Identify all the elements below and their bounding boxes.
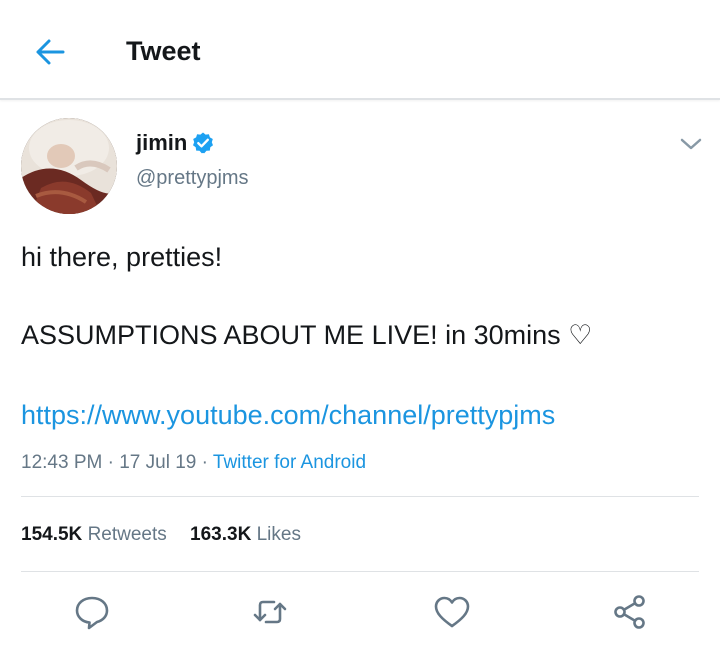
- tweet-stats: 154.5K Retweets 163.3K Likes: [21, 524, 319, 546]
- like-icon[interactable]: [432, 592, 472, 632]
- meta-separator: ·: [107, 452, 114, 473]
- likes-stat[interactable]: 163.3K Likes: [190, 524, 301, 545]
- top-app-bar: Tweet: [0, 0, 720, 100]
- likes-count: 163.3K: [190, 524, 252, 545]
- retweet-icon[interactable]: [250, 592, 290, 632]
- tweet-time: 12:43 PM: [21, 452, 103, 473]
- retweets-stat[interactable]: 154.5K Retweets: [21, 524, 167, 545]
- verified-badge-icon: [193, 132, 213, 154]
- tweet-text-line: ASSUMPTIONS ABOUT ME LIVE! in 30mins ♡: [21, 320, 593, 350]
- reply-icon[interactable]: [72, 592, 112, 632]
- avatar-image: [21, 118, 117, 214]
- chevron-down-icon[interactable]: [678, 134, 704, 154]
- user-handle[interactable]: @prettypjms: [136, 167, 249, 190]
- meta-separator: ·: [201, 452, 208, 473]
- tweet-text-line: hi there, pretties!: [21, 242, 223, 272]
- divider: [21, 496, 699, 497]
- tweet-source-link[interactable]: Twitter for Android: [213, 452, 366, 473]
- tweet-meta: 12:43 PM · 17 Jul 19 · Twitter for Andro…: [21, 452, 366, 474]
- divider: [21, 571, 699, 572]
- share-icon[interactable]: [610, 592, 650, 632]
- display-name[interactable]: jimin: [136, 130, 187, 156]
- avatar[interactable]: [21, 118, 117, 214]
- retweets-count: 154.5K: [21, 524, 83, 545]
- likes-label: Likes: [256, 524, 301, 545]
- arrow-left-icon[interactable]: [30, 32, 70, 72]
- tweet-actions-bar: [0, 592, 720, 632]
- tweet-date: 17 Jul 19: [119, 452, 197, 473]
- page-title: Tweet: [126, 36, 201, 66]
- tweet-link[interactable]: https://www.youtube.com/channel/prettypj…: [21, 400, 555, 431]
- retweets-label: Retweets: [87, 524, 167, 545]
